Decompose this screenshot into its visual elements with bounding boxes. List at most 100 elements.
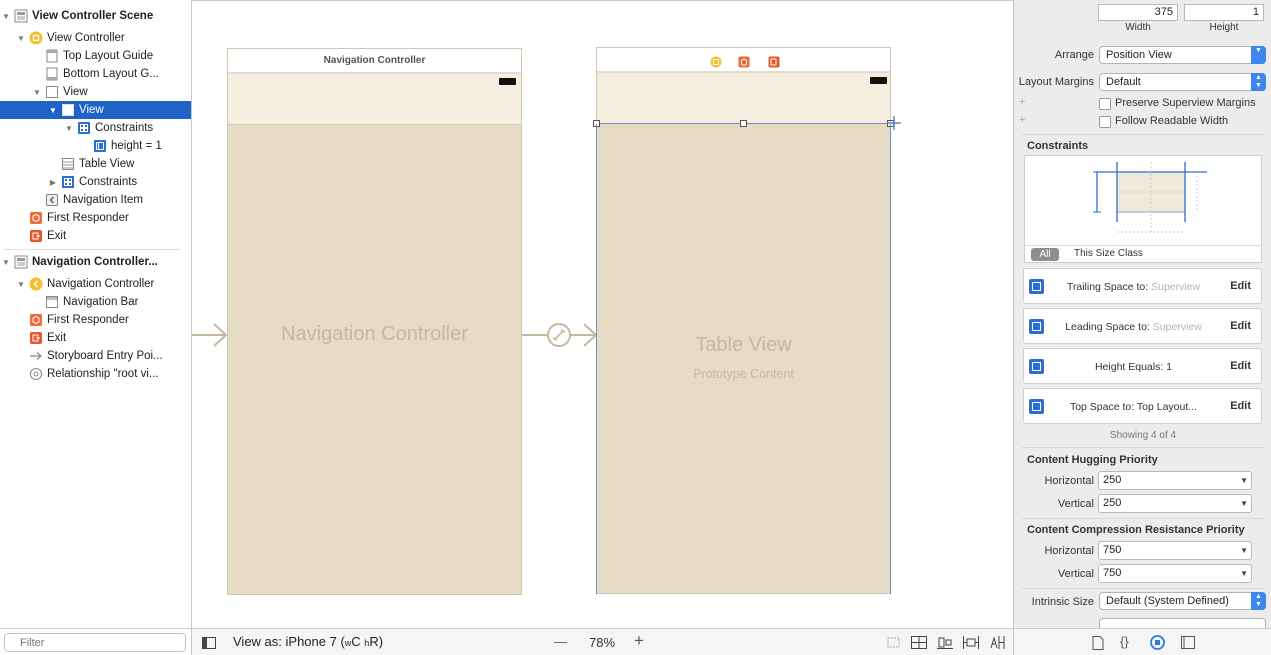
constraint-row-trailing[interactable]: Trailing Space to: Superview Edit: [1023, 268, 1262, 304]
pin-icon[interactable]: [963, 636, 979, 652]
disclosure-open-icon[interactable]: ▼: [32, 88, 42, 97]
edit-button[interactable]: Edit: [1230, 400, 1251, 412]
storyboard-entry-arrow-icon[interactable]: [192, 321, 228, 349]
outline-label: Constraints: [79, 176, 138, 188]
height-label: Height: [1209, 22, 1239, 33]
exit-icon: [29, 229, 43, 243]
arrange-popup[interactable]: Position View ▼: [1099, 46, 1266, 64]
zoom-level[interactable]: 78%: [589, 635, 615, 650]
size-inspector: 375 1 Width Height Arrange Position View…: [1013, 0, 1271, 628]
disclosure-open-icon[interactable]: ▼: [16, 34, 26, 43]
object-library-icon[interactable]: [1150, 635, 1165, 653]
outline-row-first-responder[interactable]: First Responder: [0, 209, 191, 227]
disclosure-closed-icon[interactable]: ▶: [48, 178, 58, 187]
follow-readable-width-checkbox[interactable]: [1099, 116, 1111, 128]
outline-row-relationship[interactable]: Relationship "root vi...: [0, 365, 191, 383]
constraint-text: Leading Space to: Superview: [1054, 321, 1213, 333]
width-field[interactable]: 375: [1098, 4, 1178, 21]
add-variation-icon[interactable]: +: [1019, 96, 1025, 108]
constraint-target: Top Layout...: [1136, 401, 1198, 413]
disclosure-open-icon[interactable]: ▼: [1, 12, 11, 21]
zoom-out-button[interactable]: —: [554, 634, 567, 649]
navigation-controller-scene[interactable]: Navigation Controller Navigation Control…: [227, 48, 522, 595]
outline-row-exit-2[interactable]: Exit: [0, 329, 191, 347]
outline-row-bottom-layout-guide[interactable]: Bottom Layout G...: [0, 65, 191, 83]
outline-row-top-layout-guide[interactable]: Top Layout Guide: [0, 47, 191, 65]
compression-horizontal-value: 750: [1103, 544, 1122, 556]
file-template-icon[interactable]: [1092, 636, 1104, 653]
hugging-horizontal-combo[interactable]: 250 ▼: [1098, 471, 1252, 490]
segment-all[interactable]: All: [1031, 248, 1059, 261]
toggle-outline-icon[interactable]: [202, 637, 216, 652]
edit-button[interactable]: Edit: [1230, 280, 1251, 292]
ambiguity-popup-partial[interactable]: [1099, 618, 1266, 628]
outline-row-height-constraint[interactable]: height = 1: [0, 137, 191, 155]
navigation-bar-icon: [45, 295, 59, 309]
outline-filter-input[interactable]: [4, 633, 186, 652]
chevron-down-icon: ▼: [1240, 476, 1248, 485]
outline-row-storyboard-entry-point[interactable]: Storyboard Entry Poi...: [0, 347, 191, 365]
disclosure-open-icon[interactable]: ▼: [1, 258, 11, 267]
intrinsic-size-popup[interactable]: Default (System Defined) ▲ ▼: [1099, 592, 1266, 610]
code-snippet-icon[interactable]: {}: [1120, 634, 1129, 649]
selected-view[interactable]: [597, 73, 890, 124]
resize-handle-center[interactable]: [740, 120, 747, 127]
update-frames-icon[interactable]: [886, 636, 901, 652]
storyboard-canvas[interactable]: Navigation Controller Navigation Control…: [192, 0, 1013, 628]
compression-horizontal-combo[interactable]: 750 ▼: [1098, 541, 1252, 560]
outline-row-view[interactable]: ▼ View: [0, 83, 191, 101]
segment-this-size-class[interactable]: This Size Class: [1074, 248, 1143, 259]
disclosure-open-icon[interactable]: ▼: [64, 124, 74, 133]
resolve-issues-icon[interactable]: [989, 636, 1005, 652]
outline-row-constraints-2[interactable]: ▶ Constraints: [0, 173, 191, 191]
size-class-r: R: [369, 634, 379, 649]
hugging-horizontal-label: Horizontal: [1044, 475, 1094, 487]
preserve-superview-margins-checkbox[interactable]: [1099, 98, 1111, 110]
chevron-down-icon: ▼: [1251, 46, 1266, 64]
outline-row-navigation-controller-scene[interactable]: ▼ Navigation Controller...: [0, 253, 191, 271]
height-field[interactable]: 1: [1184, 4, 1264, 21]
outline-row-navigation-item[interactable]: Navigation Item: [0, 191, 191, 209]
zoom-in-button[interactable]: +: [634, 631, 644, 651]
constraints-diagram-graphic: [1093, 162, 1207, 233]
constraint-row-leading[interactable]: Leading Space to: Superview Edit: [1023, 308, 1262, 344]
edit-button[interactable]: Edit: [1230, 360, 1251, 372]
chevron-down-icon: ▼: [1240, 569, 1248, 578]
hugging-vertical-label: Vertical: [1057, 498, 1094, 510]
navigation-bar[interactable]: [228, 74, 521, 125]
align-icon[interactable]: [937, 636, 953, 652]
constraint-label: Height Equals:: [1094, 361, 1164, 373]
view-icon: [61, 103, 75, 117]
hugging-vertical-combo[interactable]: 250 ▼: [1098, 494, 1252, 513]
table-view-placeholder-label: Table View: [695, 334, 792, 356]
relationship-segue-icon[interactable]: [522, 319, 598, 351]
view-as-button[interactable]: View as: iPhone 7 (wC hR): [233, 634, 383, 649]
outline-row-view-selected[interactable]: ▼ View: [0, 101, 191, 119]
scene-title[interactable]: Navigation Controller: [228, 49, 521, 73]
exit-icon: [29, 331, 43, 345]
compression-vertical-combo[interactable]: 750 ▼: [1098, 564, 1252, 583]
outline-row-navigation-controller[interactable]: ▼ Navigation Controller: [0, 275, 191, 293]
library-bar: {}: [1013, 628, 1271, 655]
outline-row-constraints[interactable]: ▼ Constraints: [0, 119, 191, 137]
stack-icon[interactable]: [911, 636, 927, 652]
constraint-target: Superview: [1152, 321, 1202, 333]
edit-button[interactable]: Edit: [1230, 320, 1251, 332]
outline-row-exit[interactable]: Exit: [0, 227, 191, 245]
disclosure-open-icon[interactable]: ▼: [16, 280, 26, 289]
table-view-controller-scene[interactable]: Table View Prototype Content: [593, 47, 894, 594]
layout-margins-popup[interactable]: Default ▲ ▼: [1099, 73, 1266, 91]
outline-label: Table View: [79, 158, 135, 170]
media-library-icon[interactable]: [1181, 636, 1195, 652]
add-variation-icon[interactable]: +: [1019, 114, 1025, 126]
outline-row-view-controller-scene[interactable]: ▼ View Controller Scene: [0, 7, 191, 25]
disclosure-open-icon[interactable]: ▼: [48, 106, 58, 115]
outline-row-table-view[interactable]: Table View: [0, 155, 191, 173]
outline-row-navigation-bar[interactable]: Navigation Bar: [0, 293, 191, 311]
outline-row-view-controller[interactable]: ▼ View Controller: [0, 29, 191, 47]
constraints-diagram[interactable]: All This Size Class: [1024, 155, 1262, 263]
constraint-row-top[interactable]: Top Space to: Top Layout... Edit: [1023, 388, 1262, 424]
scene-dock[interactable]: [597, 48, 890, 72]
outline-row-first-responder-2[interactable]: First Responder: [0, 311, 191, 329]
constraint-row-height[interactable]: Height Equals: 1 Edit: [1023, 348, 1262, 384]
